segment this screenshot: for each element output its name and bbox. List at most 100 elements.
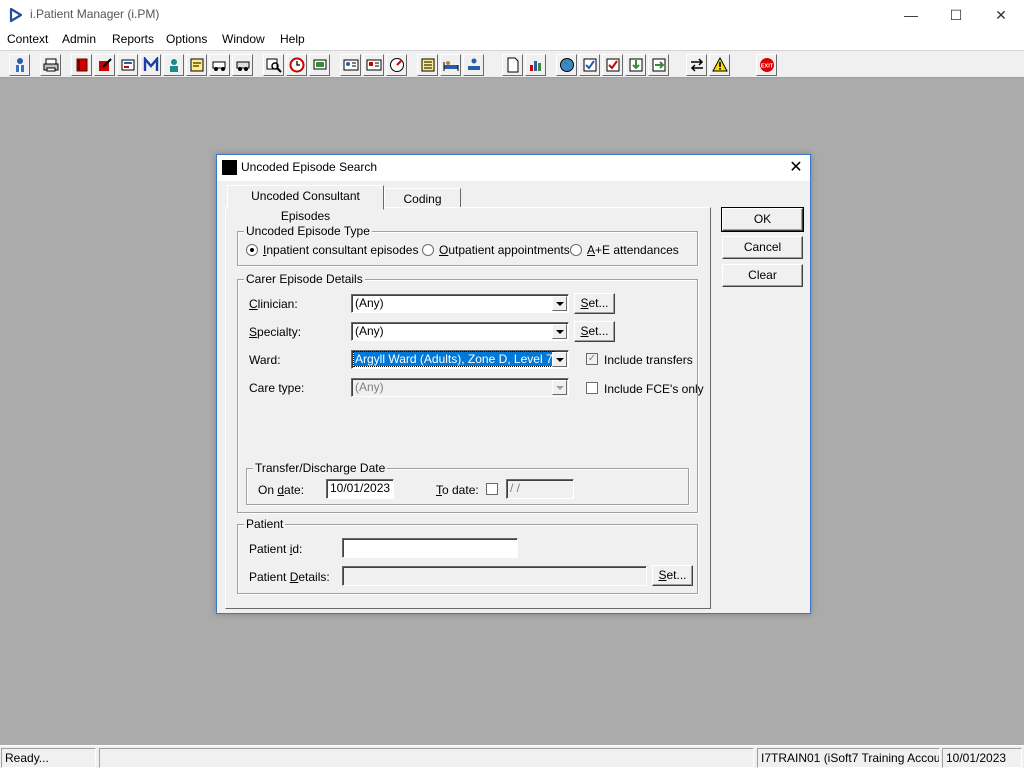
maximize-button[interactable]: ☐	[933, 0, 979, 30]
to-date-field: / /	[506, 479, 574, 499]
bar-chart-icon[interactable]	[525, 54, 546, 76]
radio-inpatient-label[interactable]: Inpatient consultant episodes	[263, 243, 418, 257]
clinician-combo[interactable]: (Any)	[351, 294, 569, 313]
care-type-label: Care type:	[249, 381, 305, 395]
radio-ae[interactable]	[570, 244, 582, 256]
exit-icon[interactable]: EXIT	[756, 54, 777, 76]
list-icon[interactable]	[417, 54, 438, 76]
carer-details-group-label: Carer Episode Details	[244, 272, 365, 286]
clinician-label: Clinician:	[249, 297, 298, 311]
tab-uncoded-consultant-episodes[interactable]: Uncoded Consultant Episodes	[227, 185, 384, 223]
ambulance-icon[interactable]	[209, 54, 230, 76]
specialty-value: (Any)	[355, 324, 384, 338]
patient-group: Patient Patient id: Patient Details: Set…	[237, 517, 698, 594]
menu-bar: Context Admin Reports Options Window Hel…	[0, 30, 1024, 50]
monitor-icon[interactable]	[309, 54, 330, 76]
bed-icon[interactable]	[440, 54, 461, 76]
transfer-icon[interactable]	[686, 54, 707, 76]
edit-icon[interactable]	[94, 54, 115, 76]
carer-details-group: Carer Episode Details Clinician: (Any) S…	[237, 272, 704, 513]
ward-label: Ward:	[249, 353, 281, 367]
minimize-button[interactable]: —	[888, 0, 934, 30]
clear-button[interactable]: Clear	[722, 264, 803, 287]
status-bar: Ready... I7TRAIN01 (iSoft7 Training Acco…	[0, 745, 1024, 768]
chevron-down-icon	[552, 380, 567, 395]
transport-icon[interactable]	[232, 54, 253, 76]
chevron-down-icon[interactable]	[552, 352, 567, 367]
clinician-set-button[interactable]: Set...	[574, 293, 615, 314]
tab-panel: Uncoded Episode Type Inpatient consultan…	[225, 207, 711, 609]
dialog-titlebar: Uncoded Episode Search ✕	[217, 155, 810, 181]
status-account: I7TRAIN01 (iSoft7 Training Account)	[757, 748, 940, 768]
menu-options[interactable]: Options	[166, 32, 207, 46]
radio-ae-label[interactable]: A+E attendances	[587, 243, 679, 257]
window-title: i.Patient Manager (i.PM)	[30, 7, 160, 21]
patient-icon[interactable]	[9, 54, 30, 76]
patient-details-set-button[interactable]: Set...	[652, 565, 693, 586]
svg-text:EXIT: EXIT	[761, 64, 774, 70]
care-type-value: (Any)	[355, 380, 384, 394]
to-date-checkbox[interactable]	[486, 483, 498, 495]
search-icon[interactable]	[263, 54, 284, 76]
clock-icon[interactable]	[286, 54, 307, 76]
id-card-icon[interactable]	[340, 54, 361, 76]
patient-id-field[interactable]	[342, 538, 518, 558]
care-type-combo[interactable]: (Any)	[351, 378, 569, 397]
window-titlebar: i.Patient Manager (i.PM) — ☐ ✕	[0, 0, 1024, 30]
download-icon[interactable]	[625, 54, 646, 76]
dialog-title: Uncoded Episode Search	[241, 160, 378, 174]
specialty-combo[interactable]: (Any)	[351, 322, 569, 341]
episode-type-group: Uncoded Episode Type Inpatient consultan…	[237, 224, 698, 266]
include-fce-label[interactable]: Include FCE's only	[604, 382, 704, 396]
menu-admin[interactable]: Admin	[62, 32, 96, 46]
on-date-field[interactable]: 10/01/2023	[326, 479, 394, 499]
gauge-icon[interactable]	[386, 54, 407, 76]
radio-inpatient[interactable]	[246, 244, 258, 256]
dialog-app-icon	[222, 160, 237, 175]
dialog-close-button[interactable]: ✕	[782, 155, 810, 181]
transfer-date-group: Transfer/Discharge Date On date: 10/01/2…	[246, 461, 689, 505]
menu-help[interactable]: Help	[280, 32, 305, 46]
book-icon[interactable]	[71, 54, 92, 76]
status-panel-empty	[99, 748, 754, 768]
patient-group-label: Patient	[244, 517, 286, 531]
printer-icon[interactable]	[40, 54, 61, 76]
ward-combo[interactable]: Argyll Ward (Adults), Zone D, Level 7	[351, 350, 569, 369]
menu-window[interactable]: Window	[222, 32, 265, 46]
globe-icon[interactable]	[556, 54, 577, 76]
close-window-button[interactable]: ✕	[978, 0, 1024, 30]
ok-button[interactable]: OK	[721, 207, 804, 232]
to-date-label: To date:	[436, 483, 479, 497]
status-date: 10/01/2023	[942, 748, 1022, 768]
record-icon[interactable]	[117, 54, 138, 76]
check-list-icon[interactable]	[602, 54, 623, 76]
include-fce-checkbox[interactable]	[586, 382, 598, 394]
specialty-set-button[interactable]: Set...	[574, 321, 615, 342]
patient-details-label: Patient Details:	[249, 570, 330, 584]
app-logo-icon	[9, 7, 23, 23]
on-date-label: On date:	[258, 483, 305, 497]
check-document-icon[interactable]	[579, 54, 600, 76]
ward-value: Argyll Ward (Adults), Zone D, Level 7	[353, 351, 555, 367]
transfer-date-group-label: Transfer/Discharge Date	[253, 461, 388, 475]
clinician-icon[interactable]	[163, 54, 184, 76]
cancel-button[interactable]: Cancel	[722, 236, 803, 259]
person-bed-icon[interactable]	[463, 54, 484, 76]
menu-context[interactable]: Context	[7, 32, 48, 46]
document-icon[interactable]	[502, 54, 523, 76]
master-index-icon[interactable]	[140, 54, 161, 76]
notes-icon[interactable]	[186, 54, 207, 76]
chevron-down-icon[interactable]	[552, 324, 567, 339]
card-icon[interactable]	[363, 54, 384, 76]
radio-outpatient[interactable]	[422, 244, 434, 256]
menu-reports[interactable]: Reports	[112, 32, 154, 46]
include-transfers-checkbox[interactable]: ✓	[586, 353, 598, 365]
warning-icon[interactable]	[709, 54, 730, 76]
patient-details-field	[342, 566, 647, 586]
include-transfers-label[interactable]: Include transfers	[604, 353, 693, 367]
radio-outpatient-label[interactable]: Outpatient appointments	[439, 243, 570, 257]
toolbar: EXIT	[0, 50, 1024, 78]
chevron-down-icon[interactable]	[552, 296, 567, 311]
export-icon[interactable]	[648, 54, 669, 76]
specialty-label: Specialty:	[249, 325, 302, 339]
